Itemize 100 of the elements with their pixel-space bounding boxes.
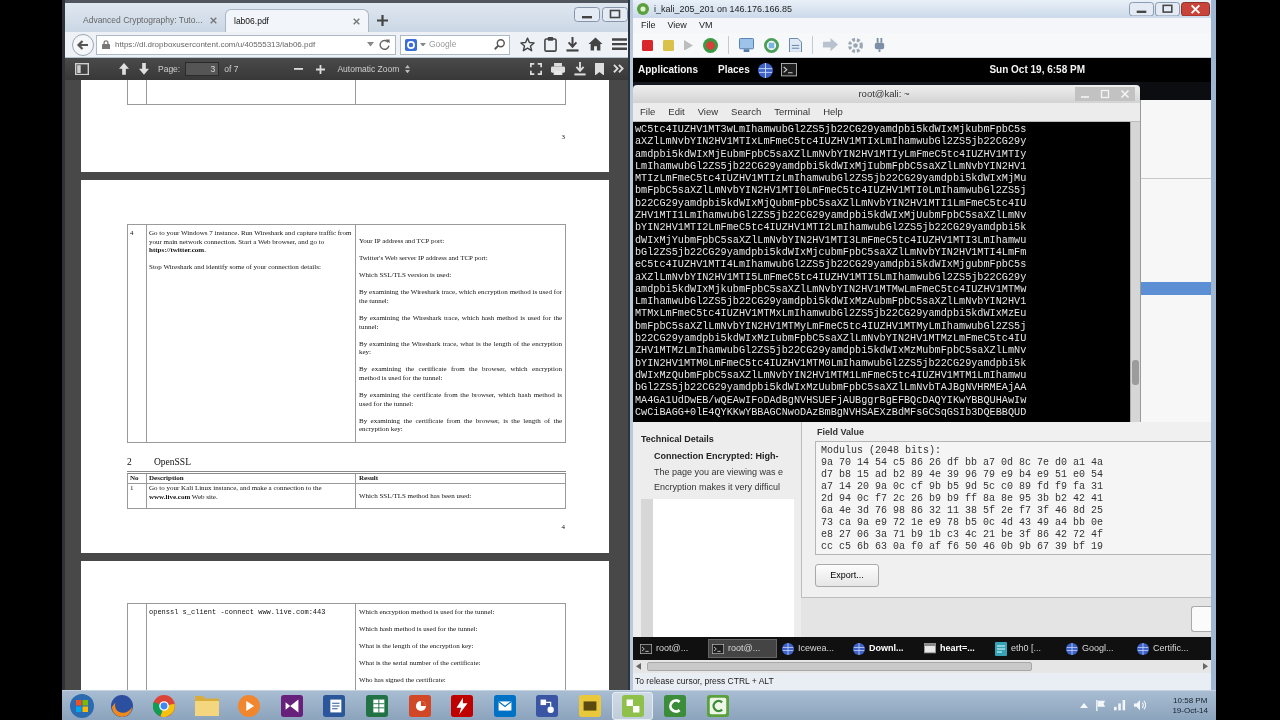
terminal-line: ZHV1MTI1LmIhamwubGl2ZS5jb22CG29yamdpbi5kdWIxMjUubmFpbC5saXZlLmNv bbox=[635, 210, 1028, 222]
field-value-line: d7 b8 15 ad b2 89 4e 39 96 79 e9 b4 e9 51 e0 54 bbox=[821, 468, 1105, 481]
chevrons-icon[interactable] bbox=[613, 64, 624, 74]
globe-icon bbox=[782, 642, 794, 655]
bookmark-icon[interactable] bbox=[595, 62, 604, 76]
search-bar[interactable]: Google bbox=[400, 34, 510, 55]
terminal-line: bmFpbC5saXZlLmNvbYIN2HV1MTI0LmFmeC5tc4IUZHV1MTI0LmIhamwubGl2ZS5j bbox=[635, 185, 1028, 198]
stop-icon[interactable] bbox=[642, 39, 653, 51]
globe-icon bbox=[1066, 642, 1078, 655]
terminal-line: bmFpbC5saXZlLmNvbYIN2HV1MTMyLmFmeC5tc4IUZHV1MTMyLmIhamwubGl2ZS5j bbox=[635, 320, 1028, 333]
taskbar-button[interactable]: heart=... bbox=[921, 639, 990, 658]
browser-tab[interactable]: Advanced Cryptography: Tuto... bbox=[75, 9, 225, 32]
clock-text: Sun Oct 19, 6:58 PM bbox=[989, 64, 1085, 76]
horizontal-scrollbar[interactable] bbox=[633, 660, 1211, 673]
zoom-in-icon[interactable] bbox=[316, 64, 326, 74]
menu-item[interactable]: VM bbox=[698, 20, 713, 31]
field-value-box[interactable] bbox=[815, 440, 1211, 555]
clock-date: 19-Oct-14 bbox=[1172, 705, 1208, 716]
monitor-icon[interactable] bbox=[739, 37, 754, 52]
globe-icon[interactable] bbox=[757, 62, 773, 78]
plug-icon[interactable] bbox=[873, 37, 886, 53]
window-title: i_kali_205_201 on 146.176.166.85 bbox=[654, 3, 793, 15]
terminal-line: dWIxMzQubmFpbC5saXZlLmNvbYIN2HV1MTM1LmFmeC5tc4IUZHV1MTM1LmIhamwu bbox=[635, 369, 1028, 382]
maximize-icon[interactable] bbox=[1155, 1, 1180, 17]
arrow-left-icon[interactable] bbox=[636, 663, 641, 670]
refresh-icon[interactable] bbox=[764, 37, 779, 53]
reset-icon[interactable] bbox=[703, 37, 718, 53]
zoom-dropdown[interactable]: Automatic Zoom bbox=[337, 63, 411, 75]
close-icon[interactable] bbox=[210, 17, 217, 24]
menu-item[interactable]: View bbox=[667, 20, 687, 31]
menu-icon[interactable] bbox=[612, 38, 627, 51]
terminal-line: aXZlLmNvbYIN2HV1MTIxLmFmeC5tc4IUZHV1MTIxLmIhamwubGl2ZS5jb22CG29y bbox=[635, 136, 1028, 149]
reload-icon[interactable] bbox=[379, 39, 390, 50]
terminal-icon bbox=[712, 643, 724, 654]
minimize-icon[interactable] bbox=[1129, 1, 1154, 17]
browser-tab[interactable]: lab06.pdf bbox=[225, 9, 369, 32]
caret-icon[interactable] bbox=[367, 42, 374, 47]
taskbar-button[interactable]: root@... bbox=[708, 639, 777, 658]
terminal-line: bYIN2HV1MTM0LmFmeC5tc4IUZHV1MTM0LmIhamwubGl2ZS5jb22CG29yamdpbi5k bbox=[635, 357, 1028, 370]
menu-item[interactable]: Edit bbox=[668, 106, 685, 118]
terminal-line: amdpbi5kdWIxMjEubmFpbC5saXZlLmNvbYIN2HV1MTIyLmFmeC5tc4IUZHV1MTIy bbox=[635, 148, 1028, 161]
terminal-line: bGl2ZS5jb22CG29yamdpbi5kdWIxMjcubmFpbC5saXZlLmNvbYIN2HV1MTI4LmFm bbox=[635, 246, 1028, 259]
menu-item[interactable]: View bbox=[697, 106, 719, 118]
new-tab-icon[interactable] bbox=[377, 15, 388, 26]
clipboard-icon[interactable] bbox=[544, 37, 557, 52]
wheel-icon bbox=[153, 694, 176, 717]
minimize-icon[interactable] bbox=[574, 7, 600, 22]
menu-item[interactable]: Terminal bbox=[774, 106, 811, 118]
arrow-right-icon[interactable] bbox=[1203, 663, 1208, 670]
export-button[interactable]: Export... bbox=[815, 563, 879, 587]
document-icon[interactable] bbox=[789, 37, 802, 53]
star-icon[interactable] bbox=[520, 37, 535, 52]
close-icon[interactable] bbox=[1181, 1, 1210, 17]
terminal-line: ZHV1MTMzLmIhamwubGl2ZS5jb22CG29yamdpbi5kdWIxMzMubmFpbC5saXZlLmNv bbox=[635, 345, 1028, 358]
menu-item[interactable]: Search bbox=[731, 106, 762, 118]
terminal-line: bYIN2HV1MTI2LmFmeC5tc4IUZHV1MTI2LmIhamwubGl2ZS5jb22CG29yamdpbi5k bbox=[635, 222, 1028, 235]
menu-item[interactable]: Help bbox=[823, 106, 843, 118]
home-icon[interactable] bbox=[588, 37, 603, 52]
status-text: To release cursor, press CTRL + ALT bbox=[635, 676, 774, 687]
search-icon[interactable] bbox=[494, 39, 505, 50]
maximize-icon[interactable] bbox=[602, 7, 628, 22]
section-heading: OpenSSL bbox=[154, 457, 191, 469]
back-icon[interactable] bbox=[72, 33, 94, 56]
address-bar[interactable]: https://dl.dropboxusercontent.com/u/40555313/lab06.pdf bbox=[96, 34, 396, 55]
taskbar-button[interactable]: eth0 [... bbox=[992, 639, 1061, 658]
taskbar-button[interactable]: root@... bbox=[637, 639, 706, 658]
terminal-line: MA4GA1UdDwEB/wQEAwIFoDAdBgNVHSUEFjAUBggrBgEFBQcDAQYIKwYBBQUHAwIw bbox=[635, 394, 1028, 407]
menu-item[interactable]: Applications bbox=[638, 64, 698, 76]
sidebar-icon[interactable] bbox=[75, 62, 89, 76]
lightning-icon bbox=[451, 694, 474, 717]
page-number-field[interactable]: 3 bbox=[185, 62, 220, 76]
terminal-line: dWIxMjYubmFpbC5saXZlLmNvbYIN2HV1MTI3LmFmeC5tc4IUZHV1MTI3LmIhamwu bbox=[635, 234, 1028, 247]
print-icon[interactable] bbox=[551, 62, 565, 76]
download-icon[interactable] bbox=[566, 37, 579, 52]
vertical-scrollbar[interactable] bbox=[1130, 122, 1140, 422]
taskbar-button[interactable]: Icewea... bbox=[779, 639, 848, 658]
menu-item[interactable]: Places bbox=[718, 64, 750, 76]
terminal-line: aXZlLmNvbYIN2HV1MTI5LmFmeC5tc4IUZHV1MTI5LmIhamwubGl2ZS5jb22CG29y bbox=[635, 271, 1028, 284]
arrow-up-icon[interactable] bbox=[119, 63, 129, 75]
start-orb-icon[interactable] bbox=[69, 693, 94, 718]
circle-logo-icon bbox=[637, 3, 649, 15]
diagram-icon bbox=[536, 694, 559, 717]
field-label: Field Value bbox=[817, 427, 866, 438]
taskbar-button[interactable]: Downl... bbox=[850, 639, 919, 658]
terminal-line: LmIhamwubGl2ZS5jb22CG29yamdpbi5kdWIxMzAubmFpbC5saXZlLmNvbYIN2HV1 bbox=[635, 296, 1028, 308]
menu-item[interactable]: File bbox=[641, 20, 656, 31]
terminal-icon[interactable] bbox=[780, 63, 797, 77]
search-field[interactable]: Google bbox=[429, 39, 491, 50]
search-engine-icon[interactable] bbox=[405, 38, 417, 51]
download-icon[interactable] bbox=[574, 62, 586, 76]
caret-icon[interactable] bbox=[420, 42, 426, 47]
fullscreen-icon[interactable] bbox=[530, 63, 542, 75]
play-icon bbox=[238, 694, 261, 717]
updown-icon bbox=[405, 64, 411, 74]
close-icon[interactable] bbox=[353, 17, 360, 25]
taskbar-button[interactable]: Googl... bbox=[1063, 639, 1132, 658]
menu-item[interactable]: File bbox=[640, 106, 656, 118]
taskbar-button[interactable]: Certific... bbox=[1134, 639, 1203, 658]
arrow-down-icon[interactable] bbox=[139, 63, 149, 75]
field-value-line: cc c5 6b 63 0a f0 af f6 50 46 0b 9b 67 39 bf 19 bbox=[821, 540, 1105, 553]
